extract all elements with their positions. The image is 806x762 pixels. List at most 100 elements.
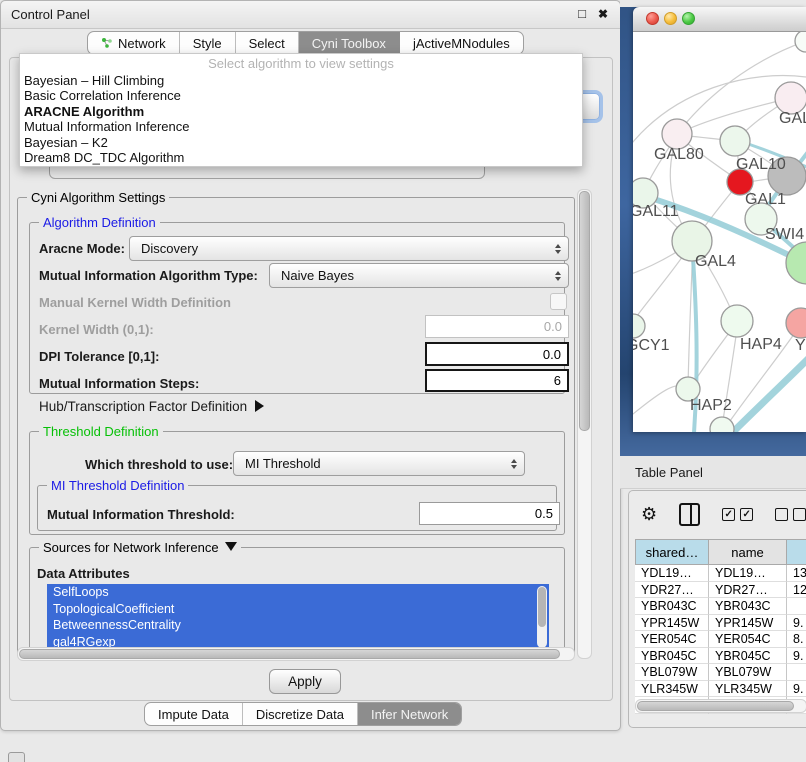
- table-cell: 9.: [787, 681, 806, 698]
- tab-label: Network: [118, 36, 166, 51]
- dpi-tolerance-field[interactable]: 0.0: [425, 342, 569, 366]
- close-icon[interactable]: ✖: [598, 8, 608, 20]
- tab-impute-data[interactable]: Impute Data: [145, 703, 243, 725]
- table-cell: YER054C: [635, 631, 709, 648]
- expander-down-icon: [225, 542, 237, 551]
- mi-threshold-label: Mutual Information Threshold:: [47, 507, 235, 522]
- table-row[interactable]: YDR27…YDR27…12: [635, 582, 806, 599]
- table-row[interactable]: YBR045CYBR045C9.: [635, 648, 806, 665]
- mi-steps-label: Mutual Information Steps:: [39, 376, 199, 391]
- tab-label: Discretize Data: [256, 707, 344, 722]
- mi-threshold-definition-title: MI Threshold Definition: [47, 478, 188, 493]
- column-header[interactable]: shared…: [635, 539, 709, 565]
- table-row[interactable]: YBL079WYBL079W: [635, 664, 806, 681]
- manual-kernel-width-label: Manual Kernel Width Definition: [39, 295, 231, 310]
- network-node[interactable]: [710, 417, 734, 432]
- mi-algorithm-type-combobox[interactable]: Naive Bayes: [269, 263, 569, 288]
- table-cell: YBR043C: [635, 598, 709, 615]
- node-table[interactable]: shared…nameAYDL19…YDL19…13YDR27…YDR27…12…: [635, 539, 806, 714]
- control-panel-bottom-tabbar: Impute Data Discretize Data Infer Network: [144, 702, 462, 726]
- table-row[interactable]: YPR145WYPR145W9.: [635, 615, 806, 632]
- node-label: GAL: [779, 110, 806, 127]
- mi-steps-field[interactable]: 6: [425, 369, 569, 392]
- hub-definition-expander[interactable]: Hub/Transcription Factor Definition: [39, 399, 264, 414]
- table-row[interactable]: YER054CYER054C8.: [635, 631, 806, 648]
- node-label: GAL11: [633, 203, 679, 220]
- tab-style[interactable]: Style: [180, 32, 236, 54]
- sources-title[interactable]: Sources for Network Inference: [39, 540, 241, 555]
- minimized-panel-icon[interactable]: [8, 752, 25, 762]
- unchecked-pair-icon[interactable]: [775, 508, 806, 521]
- spinner-arrows-icon: [555, 244, 561, 254]
- settings-horizontal-scrollbar[interactable]: [17, 647, 575, 661]
- algorithm-option[interactable]: Bayesian – Hill Climbing: [20, 73, 582, 88]
- table-cell: YDR27…: [709, 582, 787, 599]
- table-cell: YBL079W: [709, 664, 787, 681]
- network-canvas[interactable]: GALGAL80GAL10GAL1GAL11SWI4GAL4GCY1HAP4YH…: [633, 32, 806, 432]
- table-row[interactable]: YLR345WYLR345W9.: [635, 681, 806, 698]
- network-node-hap4[interactable]: [721, 305, 753, 337]
- float-icon[interactable]: □: [578, 8, 586, 20]
- list-scrollbar[interactable]: [537, 586, 547, 648]
- minimize-traffic-light-icon[interactable]: [664, 12, 677, 25]
- network-node[interactable]: [795, 32, 806, 52]
- table-cell: YBR045C: [709, 648, 787, 665]
- algorithm-popup-placeholder: Select algorithm to view settings: [20, 54, 582, 73]
- tab-label: Infer Network: [371, 707, 448, 722]
- close-traffic-light-icon[interactable]: [646, 12, 659, 25]
- column-header[interactable]: A: [787, 539, 806, 565]
- tab-discretize-data[interactable]: Discretize Data: [243, 703, 358, 725]
- gear-icon[interactable]: ⚙: [641, 504, 657, 525]
- node-label: SWI4: [765, 226, 804, 243]
- data-attribute-item[interactable]: SelfLoops: [47, 584, 549, 601]
- algorithm-option[interactable]: Mutual Information Inference: [20, 119, 582, 134]
- which-threshold-combobox[interactable]: MI Threshold: [233, 451, 525, 476]
- tab-select[interactable]: Select: [236, 32, 299, 54]
- mi-algorithm-type-value: Naive Bayes: [281, 268, 555, 283]
- apply-button[interactable]: Apply: [269, 669, 341, 694]
- network-node-gcy1[interactable]: [633, 314, 645, 338]
- tab-jactivemnodules[interactable]: jActiveMNodules: [400, 32, 523, 54]
- network-node-gal10[interactable]: [720, 126, 750, 156]
- table-panel-title: Table Panel: [635, 465, 703, 480]
- algorithm-option[interactable]: Basic Correlation Inference: [20, 88, 582, 103]
- algorithm-option[interactable]: Bayesian – K2: [20, 135, 582, 150]
- table-row[interactable]: YBR043CYBR043C: [635, 598, 806, 615]
- node-label: GAL1: [745, 191, 786, 208]
- table-cell: YLR345W: [635, 681, 709, 698]
- table-cell: 8.: [787, 631, 806, 648]
- table-horizontal-scrollbar[interactable]: [635, 699, 806, 712]
- tab-label: Impute Data: [158, 707, 229, 722]
- node-label: GAL80: [654, 146, 704, 163]
- tab-cyni-toolbox[interactable]: Cyni Toolbox: [299, 32, 400, 54]
- table-cell: YBR045C: [635, 648, 709, 665]
- tab-label: Style: [193, 36, 222, 51]
- aracne-mode-combobox[interactable]: Discovery: [129, 236, 569, 261]
- algorithm-option[interactable]: ARACNE Algorithm: [20, 104, 582, 119]
- network-node-gal80[interactable]: [662, 119, 692, 149]
- network-node[interactable]: [786, 242, 806, 284]
- mi-threshold-field[interactable]: 0.5: [419, 502, 560, 525]
- table-cell: YBL079W: [635, 664, 709, 681]
- network-window: GALGAL80GAL10GAL1GAL11SWI4GAL4GCY1HAP4YH…: [633, 7, 806, 432]
- settings-vertical-scrollbar[interactable]: [577, 189, 592, 659]
- manual-kernel-width-checkbox[interactable]: [550, 293, 567, 310]
- threshold-definition-title: Threshold Definition: [39, 424, 163, 439]
- data-attribute-item[interactable]: TopologicalCoefficient: [47, 601, 549, 618]
- data-attribute-item[interactable]: BetweennessCentrality: [47, 617, 549, 634]
- application-root: Control Panel □ ✖ NetworkStyleSelectCyni…: [0, 0, 806, 762]
- column-split-icon[interactable]: [679, 503, 700, 526]
- zoom-traffic-light-icon[interactable]: [682, 12, 695, 25]
- table-row[interactable]: YDL19…YDL19…13: [635, 565, 806, 582]
- tab-infer-network[interactable]: Infer Network: [358, 703, 461, 725]
- network-node-y[interactable]: [786, 308, 806, 338]
- algorithm-popup-list: Bayesian – Hill ClimbingBasic Correlatio…: [20, 73, 582, 165]
- algorithm-option[interactable]: Dream8 DC_TDC Algorithm: [20, 150, 582, 165]
- column-header[interactable]: name: [709, 539, 787, 565]
- data-attributes-list[interactable]: SelfLoopsTopologicalCoefficientBetweenne…: [47, 584, 549, 650]
- kernel-width-field[interactable]: 0.0: [425, 315, 569, 338]
- tab-network[interactable]: Network: [88, 32, 180, 54]
- dpi-tolerance-label: DPI Tolerance [0,1]:: [39, 349, 159, 364]
- table-header-row: shared…nameA: [635, 539, 806, 565]
- checked-pair-icon[interactable]: ✓✓: [722, 508, 753, 521]
